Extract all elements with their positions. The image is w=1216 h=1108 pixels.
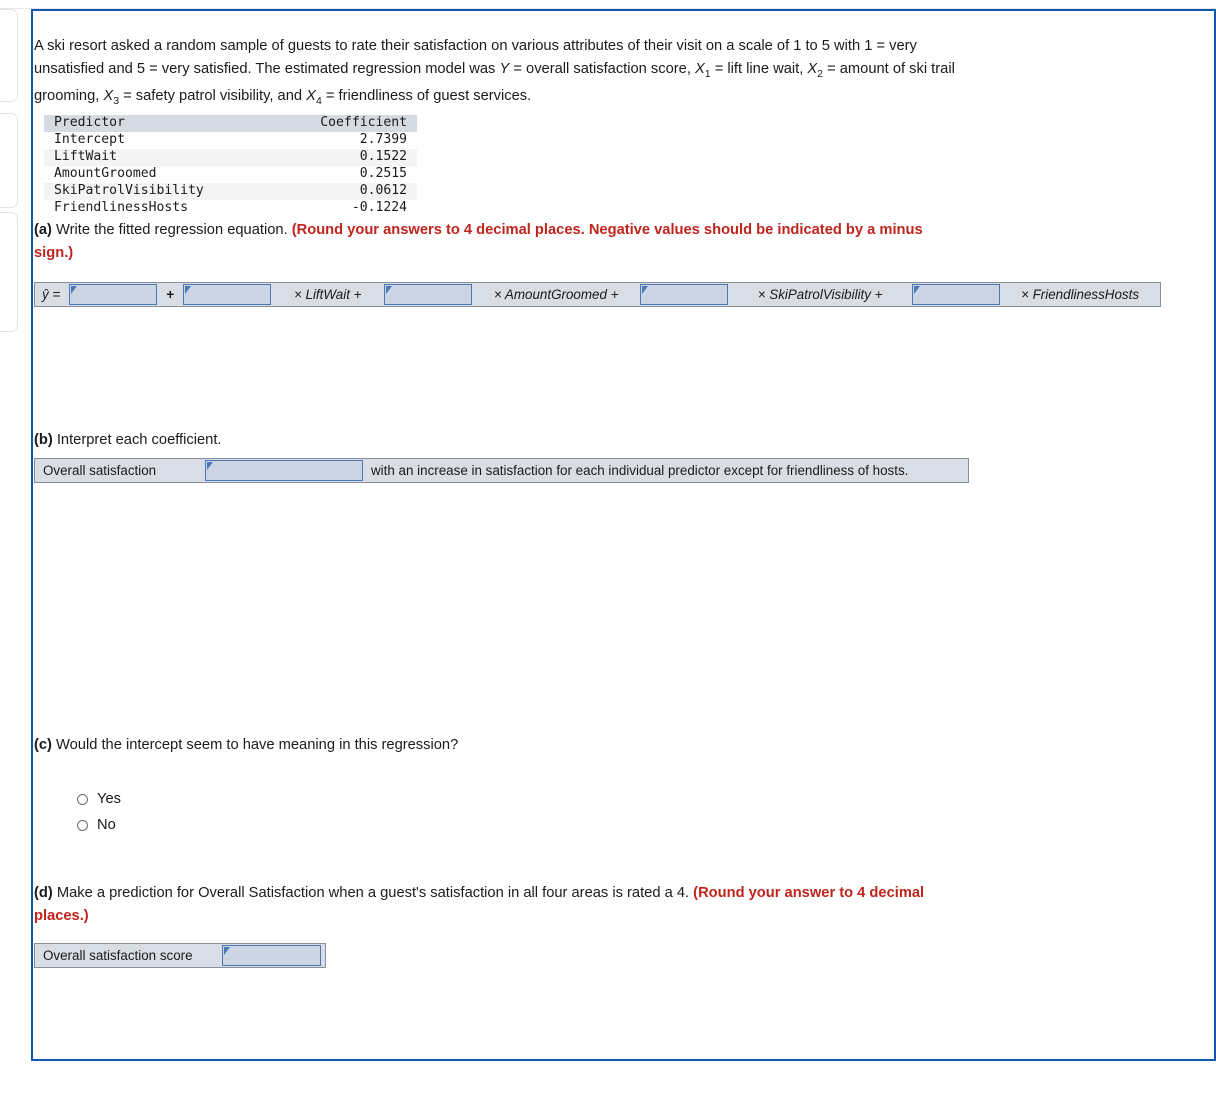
table-row: Intercept 2.7399 (44, 131, 417, 149)
intro-var-X4-desc: = friendliness of guest services. (321, 88, 532, 105)
radio-circle-icon (77, 819, 88, 831)
equation-term-skipatrolvisibility: × SkiPatrolVisibility + (757, 287, 883, 302)
equation-input-friendlinesshosts[interactable] (912, 284, 1001, 305)
offscreen-panel-bottom (0, 212, 18, 332)
equation-input-skipatrolvisibility[interactable] (640, 284, 729, 305)
cell-predictor: AmountGroomed (54, 165, 157, 181)
cell-coefficient: 0.0612 (359, 182, 407, 198)
question-intro: A ski resort asked a random sample of gu… (34, 35, 979, 113)
intro-var-X4: X (306, 88, 316, 105)
column-header-predictor: Predictor (54, 115, 125, 130)
intro-var-X1: X (695, 60, 705, 77)
intro-var-X3-desc: = safety patrol visibility, and (119, 88, 307, 105)
table-row: SkiPatrolVisibility 0.0612 (44, 182, 417, 200)
equation-term-amountgroomed: × AmountGroomed + (493, 287, 619, 302)
radio-option-yes[interactable]: Yes (77, 786, 121, 812)
table-row: LiftWait 0.1522 (44, 148, 417, 166)
intro-var-X3: X (103, 88, 114, 105)
equation-lhs-label: ŷ = (42, 287, 61, 302)
offscreen-panel-middle (0, 113, 18, 208)
cell-predictor: Intercept (54, 131, 125, 147)
part-c-prompt: (c) Would the intercept seem to have mea… (34, 734, 964, 757)
part-a-prompt: (a) Write the fitted regression equation… (34, 219, 964, 264)
intro-var-Y-desc: = overall satisfaction score, (509, 60, 695, 77)
part-d-prompt: (d) Make a prediction for Overall Satisf… (34, 882, 964, 927)
intro-var-Y: Y (499, 60, 510, 77)
part-b-label: (b) (34, 432, 53, 448)
part-a-label: (a) (34, 222, 52, 238)
part-d-row-label: Overall satisfaction score (43, 948, 193, 963)
column-header-coefficient: Coefficient (320, 115, 407, 130)
part-c-text: Would the intercept seem to have meaning… (51, 737, 459, 753)
part-b-text: Interpret each coefficient. (52, 432, 222, 448)
equation-input-amountgroomed[interactable] (384, 284, 473, 305)
cell-coefficient: 0.2515 (359, 165, 407, 181)
part-b-trailing-text: with an increase in satisfaction for eac… (371, 463, 909, 478)
table-row: AmountGroomed 0.2515 (44, 165, 417, 183)
part-d-text: Make a prediction for Overall Satisfacti… (52, 885, 694, 901)
cell-predictor: FriendlinessHosts (54, 199, 189, 215)
cell-predictor: SkiPatrolVisibility (54, 182, 204, 198)
question-page: A ski resort asked a random sample of gu… (0, 0, 1216, 1108)
equation-term-liftwait: × LiftWait + (293, 287, 362, 302)
part-d-answer-input[interactable] (222, 945, 321, 966)
part-a-text: Write the fitted regression equation. (51, 222, 292, 238)
radio-option-no[interactable]: No (77, 812, 121, 838)
question-frame: A ski resort asked a random sample of gu… (31, 9, 1216, 1061)
equation-input-intercept[interactable] (69, 284, 158, 305)
coefficient-table-head: Predictor Coefficient (44, 115, 417, 132)
part-c-label: (c) (34, 737, 52, 753)
part-c-radio-group: Yes No (77, 786, 121, 838)
part-a-equation-row: ŷ = + × LiftWait + × AmountGroomed + × S… (34, 282, 1161, 307)
cell-coefficient: 2.7399 (359, 131, 407, 147)
part-d-label: (d) (34, 885, 53, 901)
equation-input-liftwait[interactable] (183, 284, 272, 305)
intro-var-X2: X (807, 60, 818, 77)
part-b-row-label: Overall satisfaction (43, 463, 157, 478)
part-b-answer-row: Overall satisfaction with an increase in… (34, 458, 969, 483)
part-b-dropdown[interactable] (205, 460, 363, 481)
table-row: FriendlinessHosts -0.1224 (44, 199, 417, 217)
cell-predictor: LiftWait (54, 148, 118, 164)
radio-label-yes: Yes (97, 791, 121, 807)
offscreen-panel-top (0, 9, 18, 102)
equation-plus-operator: + (166, 287, 175, 302)
cell-coefficient: -0.1224 (351, 199, 407, 215)
radio-label-no: No (97, 817, 116, 833)
coefficient-table-body: Intercept 2.7399 LiftWait 0.1522 AmountG… (44, 131, 417, 217)
part-b-prompt: (b) Interpret each coefficient. (34, 429, 964, 452)
equation-term-friendlinesshosts: × FriendlinessHosts (1021, 287, 1140, 302)
radio-circle-icon (77, 793, 88, 805)
intro-var-X1-desc: = lift line wait, (710, 60, 808, 77)
table-header-row: Predictor Coefficient (44, 115, 417, 132)
part-d-answer-row: Overall satisfaction score (34, 943, 326, 968)
coefficient-table: Predictor Coefficient Intercept 2.7399 L… (44, 115, 417, 217)
cell-coefficient: 0.1522 (359, 148, 407, 164)
